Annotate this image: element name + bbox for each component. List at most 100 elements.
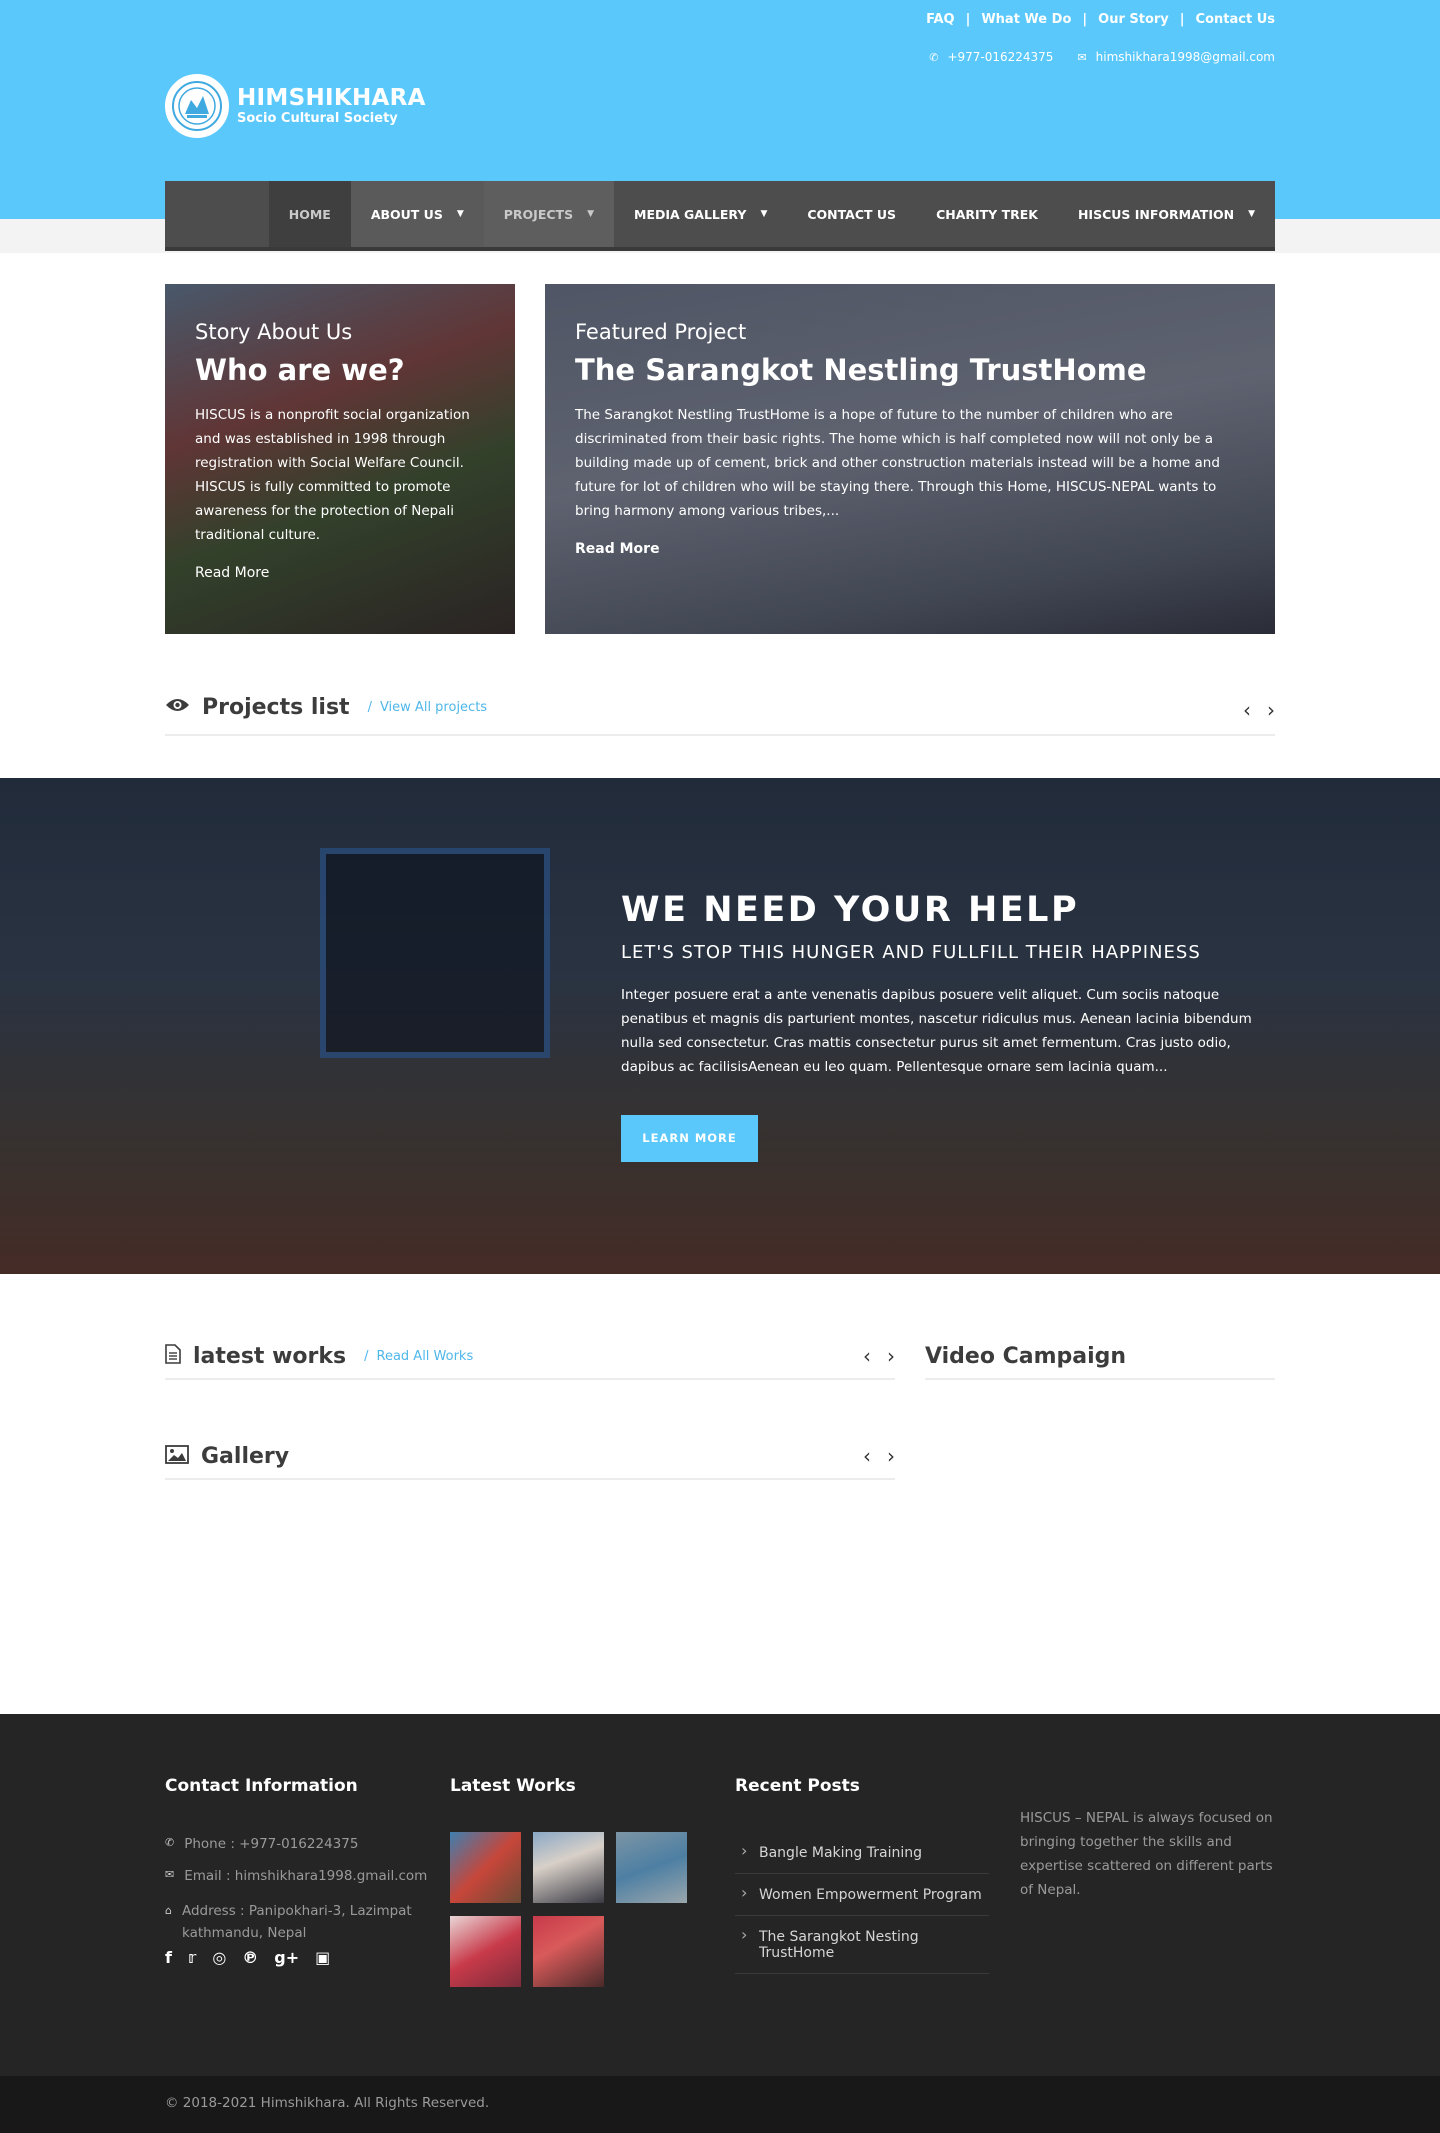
caret-down-icon: ▼ xyxy=(587,209,594,219)
story-title: Who are we? xyxy=(195,353,405,387)
read-all-works-link[interactable]: Read All Works xyxy=(377,1349,474,1364)
facebook-icon[interactable]: f xyxy=(165,1948,172,1967)
main-nav: HOME ABOUT US ▼ PROJECTS ▼ MEDIA GALLERY ▼ … xyxy=(165,181,1275,251)
phone-icon: ✆ xyxy=(929,50,939,64)
footer-posts-title: Recent Posts xyxy=(735,1776,860,1796)
view-all-projects-link[interactable]: View All projects xyxy=(380,700,487,715)
copyright-text: © 2018-2021 Himshikhara. All Rights Rese… xyxy=(165,2095,490,2111)
email-text: himshikhara1998@gmail.com xyxy=(1095,50,1275,64)
slash: / xyxy=(364,1348,369,1364)
nav-media-gallery[interactable]: MEDIA GALLERY ▼ xyxy=(614,181,787,247)
chevron-right-icon[interactable]: › xyxy=(1267,698,1275,722)
logo-emblem xyxy=(165,74,229,138)
caret-down-icon: ▼ xyxy=(1248,209,1255,219)
separator: | xyxy=(1082,12,1088,27)
story-body: HISCUS is a nonprofit social organizatio… xyxy=(195,407,470,543)
chevron-right-icon[interactable]: › xyxy=(887,1344,895,1368)
site-footer: Contact Information ✆ Phone : +977-016224… xyxy=(0,1714,1440,2076)
top-link-our-story[interactable]: Our Story xyxy=(1098,12,1169,27)
work-thumbnail[interactable] xyxy=(616,1832,687,1903)
site-logo[interactable]: HIMSHIKHARA Socio Cultural Society xyxy=(165,74,426,138)
eye-icon xyxy=(165,697,190,717)
work-thumbnail[interactable] xyxy=(533,1832,604,1903)
copyright-bar: © 2018-2021 Himshikhara. All Rights Rese… xyxy=(0,2076,1440,2133)
nav-contact-us[interactable]: CONTACT US xyxy=(787,181,916,247)
banner-subtitle: LET'S STOP THIS HUNGER AND FULLFILL THEI… xyxy=(621,942,1201,963)
top-link-what-we-do[interactable]: What We Do xyxy=(981,12,1071,27)
footer-recent-posts: Recent Posts Bangle Making Training Wome… xyxy=(735,1776,1020,1987)
banner-photo-window xyxy=(320,848,550,1058)
top-link-contact-us[interactable]: Contact Us xyxy=(1196,12,1275,27)
phone-text: +977-016224375 xyxy=(947,50,1054,64)
footer-contact-title: Contact Information xyxy=(165,1776,358,1796)
featured-read-more[interactable]: Read More xyxy=(575,541,660,557)
featured-subtitle: Featured Project xyxy=(575,320,747,344)
projects-carousel-arrows: ‹ › xyxy=(1243,698,1275,722)
slash: / xyxy=(367,699,372,715)
works-gallery-section: latest works / Read All Works ‹ › Gallery… xyxy=(165,1334,1275,1714)
chevron-left-icon[interactable]: ‹ xyxy=(1243,698,1251,722)
footer-about-text: HISCUS – NEPAL is always focused on brin… xyxy=(1020,1810,1273,1898)
separator: | xyxy=(1179,12,1185,27)
site-header: FAQ | What We Do | Our Story | Contact U… xyxy=(0,0,1440,253)
social-links: f 𝕣 ◎ ℗ g+ ▣ xyxy=(165,1948,450,1967)
banner-title: WE NEED YOUR HELP xyxy=(621,890,1080,930)
header-email[interactable]: ✉ himshikhara1998@gmail.com xyxy=(1077,50,1275,64)
phone-icon: ✆ xyxy=(165,1836,175,1849)
gallery-carousel-arrows: ‹ › xyxy=(863,1444,895,1468)
recent-post-item[interactable]: Women Empowerment Program xyxy=(735,1874,989,1916)
recent-post-item[interactable]: Bangle Making Training xyxy=(735,1832,989,1874)
logo-text: HIMSHIKHARA Socio Cultural Society xyxy=(237,86,426,126)
featured-title: The Sarangkot Nestling TrustHome xyxy=(575,353,1147,387)
gallery-header: Gallery ‹ › xyxy=(165,1434,895,1480)
story-subtitle: Story About Us xyxy=(195,320,353,344)
instagram-icon[interactable]: ▣ xyxy=(315,1948,330,1967)
help-banner: WE NEED YOUR HELP LET'S STOP THIS HUNGER… xyxy=(0,778,1440,1274)
header-contact: ✆ +977-016224375 ✉ himshikhara1998@gmail… xyxy=(929,50,1275,64)
learn-more-button[interactable]: LEARN MORE xyxy=(621,1115,758,1162)
story-box: Story About Us Who are we? HISCUS is a n… xyxy=(165,284,515,634)
pinterest-icon[interactable]: ℗ xyxy=(242,1948,258,1967)
footer-about: HISCUS – NEPAL is always focused on brin… xyxy=(1020,1776,1275,1987)
document-icon xyxy=(165,1344,181,1368)
twitter-icon[interactable]: 𝕣 xyxy=(188,1948,196,1967)
footer-phone: Phone : +977-016224375 xyxy=(184,1836,359,1852)
recent-post-item[interactable]: The Sarangkot Nesting TrustHome xyxy=(735,1916,989,1974)
footer-email: Email : himshikhara1998.gmail.com xyxy=(184,1868,428,1884)
work-thumbnail[interactable] xyxy=(450,1832,521,1903)
footer-contact: Contact Information ✆ Phone : +977-016224… xyxy=(165,1776,450,1987)
featured-project-box: Featured Project The Sarangkot Nestling … xyxy=(545,284,1275,634)
work-thumbnail[interactable] xyxy=(533,1916,604,1987)
video-campaign-header: Video Campaign xyxy=(925,1334,1275,1380)
home-icon: ⌂ xyxy=(165,1904,172,1917)
works-carousel-arrows: ‹ › xyxy=(863,1344,895,1368)
latest-works-title: latest works xyxy=(193,1343,347,1369)
footer-latest-works: Latest Works xyxy=(450,1776,735,1987)
nav-projects[interactable]: PROJECTS ▼ xyxy=(483,181,614,247)
chevron-left-icon[interactable]: ‹ xyxy=(863,1344,871,1368)
nav-home[interactable]: HOME xyxy=(268,181,351,247)
footer-works-title: Latest Works xyxy=(450,1776,576,1796)
nav-hiscus-information[interactable]: HISCUS INFORMATION ▼ xyxy=(1058,181,1275,247)
separator: | xyxy=(965,12,971,27)
chevron-right-icon[interactable]: › xyxy=(887,1444,895,1468)
logo-line2: Socio Cultural Society xyxy=(237,111,398,127)
story-read-more[interactable]: Read More xyxy=(195,565,269,581)
header-phone: ✆ +977-016224375 xyxy=(929,50,1053,64)
work-thumbnail[interactable] xyxy=(450,1916,521,1987)
caret-down-icon: ▼ xyxy=(456,209,464,219)
dribbble-icon[interactable]: ◎ xyxy=(212,1948,226,1967)
banner-body: Integer posuere erat a ante venenatis da… xyxy=(621,987,1252,1075)
google-plus-icon[interactable]: g+ xyxy=(274,1948,299,1967)
projects-list-header: Projects list / View All projects ‹ › xyxy=(165,694,1275,736)
gallery-title: Gallery xyxy=(201,1443,290,1469)
projects-list-title: Projects list xyxy=(202,694,350,720)
nav-about-us[interactable]: ABOUT US ▼ xyxy=(350,181,484,247)
envelope-icon: ✉ xyxy=(165,1868,175,1881)
nav-charity-trek[interactable]: CHARITY TREK xyxy=(916,181,1058,247)
envelope-icon: ✉ xyxy=(1077,50,1087,64)
caret-down-icon: ▼ xyxy=(760,209,768,219)
chevron-left-icon[interactable]: ‹ xyxy=(863,1444,871,1468)
top-link-faq[interactable]: FAQ xyxy=(926,12,955,27)
latest-works-header: latest works / Read All Works ‹ › xyxy=(165,1334,895,1380)
